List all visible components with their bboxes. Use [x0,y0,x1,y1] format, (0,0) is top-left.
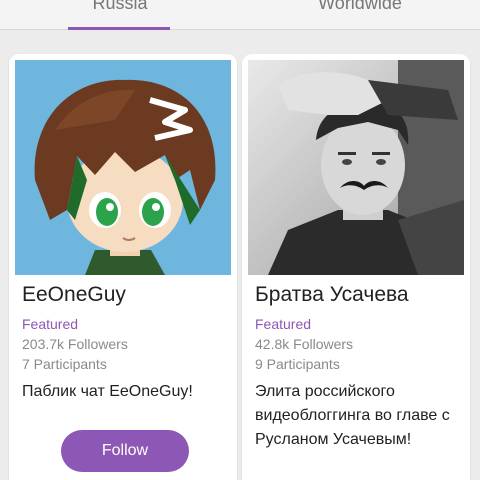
active-tab-indicator [68,27,170,30]
chat-description: Паблик чат EeOneGuy! [22,383,193,400]
chat-card-bratva-usacheva[interactable]: Братва Усачева Featured 42.8k Followers … [242,54,470,480]
followers-count: 42.8k Followers [255,336,354,352]
mustache-photo-image[interactable] [248,60,464,275]
tab-bar: Russia Worldwide [0,0,480,30]
chat-title: EeOneGuy [22,283,126,306]
chat-card-eeoneguy[interactable]: EeOneGuy Featured 203.7k Followers 7 Par… [9,54,237,480]
followers-count: 203.7k Followers [22,336,128,352]
featured-badge: Featured [255,316,312,332]
chat-title: Братва Усачева [255,283,409,306]
cartoon-avatar-icon [15,60,231,275]
tab-worldwide[interactable]: Worldwide [280,0,440,22]
mustache-photo-icon [248,60,464,275]
chat-description: Элита российского видеоблоггинга во глав… [255,383,450,448]
participants-count: 9 Participants [255,356,340,372]
tab-russia[interactable]: Russia [40,0,200,22]
featured-badge: Featured [22,316,79,332]
participants-count: 7 Participants [22,356,107,372]
follow-button[interactable]: Follow [61,430,189,472]
cartoon-avatar-image[interactable] [15,60,231,275]
